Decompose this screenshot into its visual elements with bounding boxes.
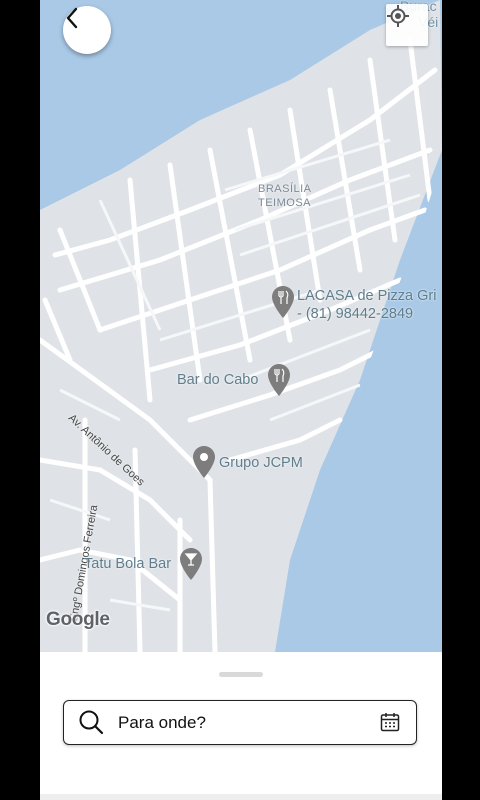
poi-tatu-bola-bar[interactable]: Tatu Bola Bar — [84, 548, 214, 582]
bottom-sheet: Para onde? — [40, 652, 442, 800]
place-pin-icon — [193, 446, 215, 478]
restaurant-icon — [272, 286, 294, 318]
neighborhood-label: BRASÍLIA TEIMOSA — [258, 182, 312, 210]
poi-lacasa-name: LACASA de Pizza Gri — [297, 288, 437, 304]
poi-bar-do-cabo-name: Bar do Cabo — [177, 372, 259, 388]
poi-tatu-bola-bar-name: Tatu Bola Bar — [84, 556, 172, 572]
google-watermark: Google — [46, 609, 110, 630]
destination-search-field[interactable]: Para onde? — [63, 700, 417, 745]
chevron-left-icon — [66, 7, 78, 29]
app-screen: Burac Véi BRASÍLIA TEIMOSA Av. Antônio d… — [40, 0, 442, 800]
neighborhood-line1: BRASÍLIA — [258, 183, 312, 195]
bar-icon — [180, 548, 202, 580]
poi-grupo-jcpm-name: Grupo JCPM — [219, 455, 303, 471]
calendar-icon[interactable] — [380, 712, 400, 732]
restaurant-icon — [268, 364, 290, 396]
poi-bar-do-cabo[interactable]: Bar do Cabo — [177, 364, 297, 398]
poi-grupo-jcpm[interactable]: Grupo JCPM — [193, 446, 313, 480]
search-icon — [79, 710, 104, 735]
my-location-button[interactable] — [386, 4, 428, 46]
bottom-strip — [40, 794, 442, 800]
my-location-icon — [387, 5, 409, 27]
drag-handle[interactable] — [219, 672, 263, 677]
search-placeholder: Para onde? — [118, 713, 206, 732]
neighborhood-line2: TEIMOSA — [258, 197, 312, 209]
map-view[interactable]: Burac Véi BRASÍLIA TEIMOSA Av. Antônio d… — [40, 0, 442, 652]
poi-lacasa[interactable]: LACASA de Pizza Gri - (81) 98442-2849 — [272, 286, 442, 326]
back-button[interactable] — [63, 6, 111, 54]
poi-lacasa-phone: - (81) 98442-2849 — [297, 306, 414, 322]
